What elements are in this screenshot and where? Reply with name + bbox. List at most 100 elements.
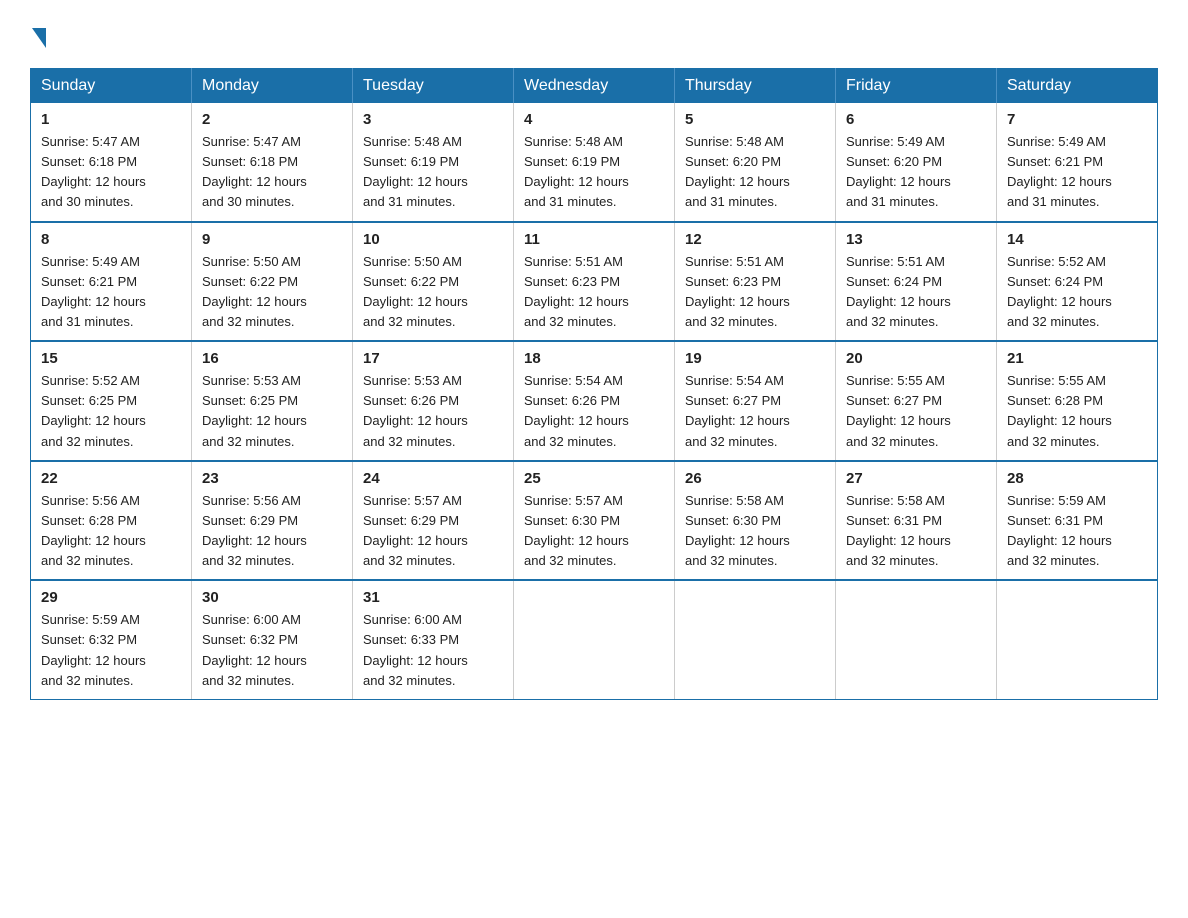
calendar-week-row: 15 Sunrise: 5:52 AMSunset: 6:25 PMDaylig…	[31, 341, 1158, 461]
day-info: Sunrise: 5:54 AMSunset: 6:27 PMDaylight:…	[685, 373, 790, 448]
day-info: Sunrise: 5:47 AMSunset: 6:18 PMDaylight:…	[202, 134, 307, 209]
day-number: 5	[685, 111, 825, 128]
day-info: Sunrise: 5:55 AMSunset: 6:27 PMDaylight:…	[846, 373, 951, 448]
calendar-cell: 3 Sunrise: 5:48 AMSunset: 6:19 PMDayligh…	[353, 103, 514, 222]
day-number: 20	[846, 350, 986, 367]
day-info: Sunrise: 5:53 AMSunset: 6:25 PMDaylight:…	[202, 373, 307, 448]
calendar-cell: 6 Sunrise: 5:49 AMSunset: 6:20 PMDayligh…	[836, 103, 997, 222]
day-info: Sunrise: 5:52 AMSunset: 6:24 PMDaylight:…	[1007, 254, 1112, 329]
calendar-cell: 1 Sunrise: 5:47 AMSunset: 6:18 PMDayligh…	[31, 103, 192, 222]
calendar-cell: 18 Sunrise: 5:54 AMSunset: 6:26 PMDaylig…	[514, 341, 675, 461]
calendar-week-row: 8 Sunrise: 5:49 AMSunset: 6:21 PMDayligh…	[31, 222, 1158, 342]
day-number: 12	[685, 231, 825, 248]
weekday-header-friday: Friday	[836, 69, 997, 104]
day-info: Sunrise: 5:58 AMSunset: 6:30 PMDaylight:…	[685, 493, 790, 568]
day-info: Sunrise: 5:47 AMSunset: 6:18 PMDaylight:…	[41, 134, 146, 209]
day-info: Sunrise: 5:48 AMSunset: 6:20 PMDaylight:…	[685, 134, 790, 209]
day-number: 30	[202, 589, 342, 606]
weekday-header-monday: Monday	[192, 69, 353, 104]
day-number: 3	[363, 111, 503, 128]
day-number: 6	[846, 111, 986, 128]
day-number: 2	[202, 111, 342, 128]
day-number: 21	[1007, 350, 1147, 367]
day-number: 10	[363, 231, 503, 248]
day-number: 7	[1007, 111, 1147, 128]
day-number: 19	[685, 350, 825, 367]
day-number: 1	[41, 111, 181, 128]
calendar-cell: 9 Sunrise: 5:50 AMSunset: 6:22 PMDayligh…	[192, 222, 353, 342]
logo-arrow-icon	[32, 28, 46, 48]
calendar-cell: 15 Sunrise: 5:52 AMSunset: 6:25 PMDaylig…	[31, 341, 192, 461]
day-info: Sunrise: 6:00 AMSunset: 6:33 PMDaylight:…	[363, 612, 468, 687]
day-number: 13	[846, 231, 986, 248]
calendar-week-row: 22 Sunrise: 5:56 AMSunset: 6:28 PMDaylig…	[31, 461, 1158, 581]
day-number: 22	[41, 470, 181, 487]
weekday-header-row: SundayMondayTuesdayWednesdayThursdayFrid…	[31, 69, 1158, 104]
day-info: Sunrise: 5:49 AMSunset: 6:20 PMDaylight:…	[846, 134, 951, 209]
day-info: Sunrise: 5:51 AMSunset: 6:23 PMDaylight:…	[685, 254, 790, 329]
day-number: 24	[363, 470, 503, 487]
calendar-cell: 20 Sunrise: 5:55 AMSunset: 6:27 PMDaylig…	[836, 341, 997, 461]
day-info: Sunrise: 5:59 AMSunset: 6:32 PMDaylight:…	[41, 612, 146, 687]
calendar-cell: 21 Sunrise: 5:55 AMSunset: 6:28 PMDaylig…	[997, 341, 1158, 461]
calendar-table: SundayMondayTuesdayWednesdayThursdayFrid…	[30, 68, 1158, 700]
day-number: 28	[1007, 470, 1147, 487]
day-number: 23	[202, 470, 342, 487]
calendar-cell: 17 Sunrise: 5:53 AMSunset: 6:26 PMDaylig…	[353, 341, 514, 461]
day-info: Sunrise: 5:55 AMSunset: 6:28 PMDaylight:…	[1007, 373, 1112, 448]
weekday-header-saturday: Saturday	[997, 69, 1158, 104]
calendar-week-row: 29 Sunrise: 5:59 AMSunset: 6:32 PMDaylig…	[31, 580, 1158, 699]
calendar-week-row: 1 Sunrise: 5:47 AMSunset: 6:18 PMDayligh…	[31, 103, 1158, 222]
calendar-cell: 24 Sunrise: 5:57 AMSunset: 6:29 PMDaylig…	[353, 461, 514, 581]
day-info: Sunrise: 5:50 AMSunset: 6:22 PMDaylight:…	[363, 254, 468, 329]
day-info: Sunrise: 5:48 AMSunset: 6:19 PMDaylight:…	[363, 134, 468, 209]
calendar-cell	[997, 580, 1158, 699]
day-info: Sunrise: 5:56 AMSunset: 6:28 PMDaylight:…	[41, 493, 146, 568]
day-number: 25	[524, 470, 664, 487]
calendar-cell: 26 Sunrise: 5:58 AMSunset: 6:30 PMDaylig…	[675, 461, 836, 581]
calendar-cell: 22 Sunrise: 5:56 AMSunset: 6:28 PMDaylig…	[31, 461, 192, 581]
day-info: Sunrise: 5:49 AMSunset: 6:21 PMDaylight:…	[41, 254, 146, 329]
day-info: Sunrise: 5:49 AMSunset: 6:21 PMDaylight:…	[1007, 134, 1112, 209]
calendar-cell: 28 Sunrise: 5:59 AMSunset: 6:31 PMDaylig…	[997, 461, 1158, 581]
calendar-cell: 30 Sunrise: 6:00 AMSunset: 6:32 PMDaylig…	[192, 580, 353, 699]
day-number: 31	[363, 589, 503, 606]
weekday-header-thursday: Thursday	[675, 69, 836, 104]
calendar-cell: 27 Sunrise: 5:58 AMSunset: 6:31 PMDaylig…	[836, 461, 997, 581]
day-number: 9	[202, 231, 342, 248]
day-info: Sunrise: 5:50 AMSunset: 6:22 PMDaylight:…	[202, 254, 307, 329]
day-number: 29	[41, 589, 181, 606]
weekday-header-tuesday: Tuesday	[353, 69, 514, 104]
day-number: 26	[685, 470, 825, 487]
day-number: 4	[524, 111, 664, 128]
day-info: Sunrise: 5:53 AMSunset: 6:26 PMDaylight:…	[363, 373, 468, 448]
day-info: Sunrise: 5:51 AMSunset: 6:23 PMDaylight:…	[524, 254, 629, 329]
day-info: Sunrise: 5:48 AMSunset: 6:19 PMDaylight:…	[524, 134, 629, 209]
calendar-cell	[675, 580, 836, 699]
day-number: 14	[1007, 231, 1147, 248]
calendar-cell: 10 Sunrise: 5:50 AMSunset: 6:22 PMDaylig…	[353, 222, 514, 342]
calendar-cell: 25 Sunrise: 5:57 AMSunset: 6:30 PMDaylig…	[514, 461, 675, 581]
calendar-cell: 19 Sunrise: 5:54 AMSunset: 6:27 PMDaylig…	[675, 341, 836, 461]
day-info: Sunrise: 6:00 AMSunset: 6:32 PMDaylight:…	[202, 612, 307, 687]
calendar-cell: 4 Sunrise: 5:48 AMSunset: 6:19 PMDayligh…	[514, 103, 675, 222]
weekday-header-wednesday: Wednesday	[514, 69, 675, 104]
day-info: Sunrise: 5:56 AMSunset: 6:29 PMDaylight:…	[202, 493, 307, 568]
calendar-cell	[514, 580, 675, 699]
calendar-cell: 14 Sunrise: 5:52 AMSunset: 6:24 PMDaylig…	[997, 222, 1158, 342]
day-number: 18	[524, 350, 664, 367]
calendar-cell: 13 Sunrise: 5:51 AMSunset: 6:24 PMDaylig…	[836, 222, 997, 342]
calendar-cell: 5 Sunrise: 5:48 AMSunset: 6:20 PMDayligh…	[675, 103, 836, 222]
day-info: Sunrise: 5:57 AMSunset: 6:30 PMDaylight:…	[524, 493, 629, 568]
day-number: 27	[846, 470, 986, 487]
day-info: Sunrise: 5:52 AMSunset: 6:25 PMDaylight:…	[41, 373, 146, 448]
calendar-cell: 23 Sunrise: 5:56 AMSunset: 6:29 PMDaylig…	[192, 461, 353, 581]
weekday-header-sunday: Sunday	[31, 69, 192, 104]
day-number: 8	[41, 231, 181, 248]
page-header	[30, 20, 1158, 50]
calendar-cell: 29 Sunrise: 5:59 AMSunset: 6:32 PMDaylig…	[31, 580, 192, 699]
day-number: 11	[524, 231, 664, 248]
day-info: Sunrise: 5:57 AMSunset: 6:29 PMDaylight:…	[363, 493, 468, 568]
calendar-cell	[836, 580, 997, 699]
calendar-cell: 2 Sunrise: 5:47 AMSunset: 6:18 PMDayligh…	[192, 103, 353, 222]
